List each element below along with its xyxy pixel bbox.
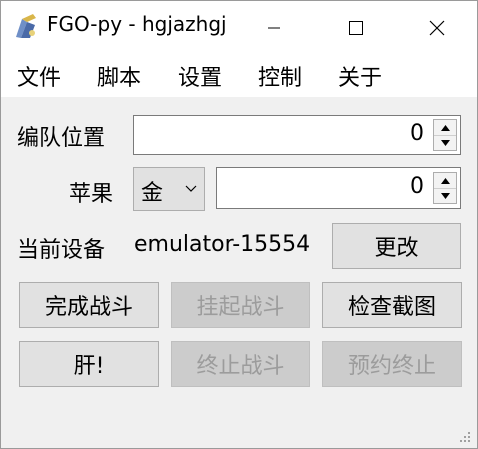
spin-buttons	[433, 172, 457, 204]
apple-count-spinbox[interactable]: 0	[216, 167, 461, 209]
team-position-value: 0	[410, 121, 424, 146]
triangle-down-icon	[440, 192, 450, 199]
device-label: 当前设备	[17, 238, 106, 263]
window-title: FGO-py - hgjazhgj	[47, 12, 227, 36]
run-button[interactable]: 肝!	[19, 341, 159, 387]
suspend-battle-button[interactable]: 挂起战斗	[171, 282, 310, 328]
chevron-down-icon	[185, 185, 197, 192]
finish-battle-button[interactable]: 完成战斗	[19, 282, 159, 328]
apple-label: 苹果	[69, 182, 114, 207]
menu-settings[interactable]: 设置	[178, 60, 222, 92]
stop-battle-button[interactable]: 终止战斗	[171, 341, 310, 387]
triangle-up-icon	[440, 177, 450, 184]
apple-kind-select[interactable]: 金	[133, 167, 205, 211]
schedule-stop-button[interactable]: 预约终止	[322, 341, 462, 387]
menu-control[interactable]: 控制	[258, 60, 302, 92]
minimize-button[interactable]	[244, 1, 304, 54]
apple-kind-value: 金	[141, 181, 164, 206]
change-device-button[interactable]: 更改	[332, 223, 461, 269]
apple-count-value: 0	[410, 174, 424, 199]
minimize-icon	[268, 27, 280, 28]
close-button[interactable]	[407, 1, 467, 54]
resize-grip-icon[interactable]	[459, 431, 471, 443]
triangle-up-icon	[440, 124, 450, 131]
title-bar[interactable]: FGO-py - hgjazhgj	[1, 1, 477, 54]
spin-up-button[interactable]	[434, 120, 456, 136]
spin-up-button[interactable]	[434, 173, 456, 189]
menu-bar: 文件 脚本 设置 控制 关于	[1, 54, 477, 97]
app-window: FGO-py - hgjazhgj 文件 脚本 设置 控制 关于 编队位置 0	[0, 0, 478, 449]
maximize-icon	[349, 20, 363, 35]
team-position-spinbox[interactable]: 0	[133, 115, 461, 155]
check-screenshot-button[interactable]: 检查截图	[322, 282, 462, 328]
maximize-button[interactable]	[326, 1, 386, 54]
team-position-label: 编队位置	[17, 126, 106, 151]
close-icon	[429, 20, 445, 35]
menu-file[interactable]: 文件	[17, 60, 61, 92]
device-value: emulator-15554	[134, 232, 311, 257]
triangle-down-icon	[440, 139, 450, 146]
menu-script[interactable]: 脚本	[97, 60, 141, 92]
menu-about[interactable]: 关于	[338, 60, 382, 92]
spin-down-button[interactable]	[434, 188, 456, 203]
fgo-app-icon	[16, 14, 36, 38]
spin-down-button[interactable]	[434, 135, 456, 150]
spin-buttons	[433, 119, 457, 151]
